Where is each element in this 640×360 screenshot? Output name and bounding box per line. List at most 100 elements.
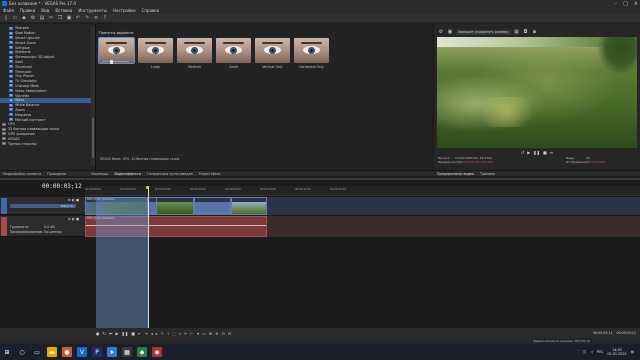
- snapshot-icon[interactable]: ◘: [523, 29, 529, 35]
- tree-scrollbar[interactable]: [91, 26, 95, 166]
- level-slider[interactable]: 100,0 %: [10, 204, 76, 208]
- vegas-icon[interactable]: V: [77, 347, 87, 357]
- telegram-icon[interactable]: ➤: [107, 347, 117, 357]
- envelope-tool-icon[interactable]: ⌇: [167, 331, 169, 336]
- go-to-end-icon[interactable]: ⇥: [144, 331, 147, 336]
- app-icon[interactable]: ▦: [122, 347, 132, 357]
- empty-track-area[interactable]: [85, 238, 640, 310]
- notifications-icon[interactable]: ▤: [631, 350, 634, 354]
- loop-playback-icon[interactable]: ↻: [103, 331, 106, 336]
- overlay-icon[interactable]: ▦: [514, 29, 520, 35]
- tab-video-fx[interactable]: Видеоэффекты: [114, 172, 141, 176]
- snapping-icon[interactable]: ⊞: [209, 331, 212, 336]
- ignore-grouping-icon[interactable]: ⊟: [228, 331, 231, 336]
- video-track-header[interactable]: ≡ ◐ ● Уровень: 100,0 %: [0, 197, 85, 215]
- track-header-icons[interactable]: ≡ ◐ ●: [68, 217, 79, 221]
- language-indicator[interactable]: РУС: [597, 350, 603, 354]
- region-icon[interactable]: ▭: [202, 331, 206, 336]
- record-icon[interactable]: ●: [96, 331, 100, 336]
- menu-file[interactable]: Файл: [3, 8, 14, 13]
- marker-icon[interactable]: ▾: [197, 331, 199, 336]
- minimize-icon[interactable]: –: [615, 1, 618, 7]
- preset-slider-track[interactable]: [102, 61, 129, 62]
- stop-icon[interactable]: ■: [131, 331, 135, 336]
- timeline-ruler[interactable]: 00:00:00;00 00:00:02;00 00:00:04;00 00:0…: [85, 186, 640, 196]
- pause-icon[interactable]: ❚❚: [122, 331, 129, 336]
- prev-frame-icon[interactable]: ◂: [151, 331, 153, 336]
- copy-icon[interactable]: ❐: [57, 15, 63, 21]
- tab-media-generators[interactable]: Генераторы мультимедиа: [147, 172, 193, 176]
- cut-icon[interactable]: ✂: [48, 15, 54, 21]
- settings-icon[interactable]: ⚙: [438, 29, 444, 35]
- photoshop-icon[interactable]: P: [92, 347, 102, 357]
- browser-icon[interactable]: ●: [62, 347, 72, 357]
- tab-project-notes[interactable]: Project Notes: [199, 172, 221, 176]
- menu-tools[interactable]: Инструменты: [78, 8, 107, 13]
- menu-insert[interactable]: Вставка: [55, 8, 72, 13]
- explorer-icon[interactable]: ▬: [47, 347, 57, 357]
- video-track-lane[interactable]: DHI (1)-RO_stabilized: [85, 197, 640, 215]
- preset-horizontal-only[interactable]: Horizontal Only: [294, 38, 329, 69]
- tab-explorer[interactable]: Проводник: [47, 172, 66, 176]
- maximize-icon[interactable]: □: [623, 1, 628, 7]
- search-icon[interactable]: ○: [17, 347, 27, 357]
- play-from-start-icon[interactable]: ⏮: [109, 331, 113, 336]
- menu-view[interactable]: Вид: [41, 8, 49, 13]
- video-clip[interactable]: [156, 197, 194, 215]
- menu-help[interactable]: Справка: [142, 8, 160, 13]
- close-icon[interactable]: ×: [634, 1, 638, 7]
- tab-project-media[interactable]: Медиафайлы проекта: [3, 172, 41, 176]
- trim-icon[interactable]: ⊢: [190, 331, 193, 336]
- lock-envelopes-icon[interactable]: ⊡: [221, 331, 224, 336]
- split-icon[interactable]: ✂: [184, 331, 187, 336]
- auto-ripple-icon[interactable]: ≋: [215, 331, 218, 336]
- preset-medium[interactable]: Medium: [177, 38, 212, 69]
- history-icon[interactable]: ≡: [93, 15, 99, 21]
- play-icon[interactable]: ▶: [115, 331, 118, 336]
- volume-icon[interactable]: ◁: [590, 350, 593, 354]
- normal-edit-tool-icon[interactable]: ↖: [161, 331, 164, 336]
- network-icon[interactable]: ◫: [583, 350, 586, 354]
- scrollbar-thumb[interactable]: [92, 118, 94, 158]
- clock[interactable]: 14:25 05.01.2021: [607, 348, 626, 356]
- video-clip[interactable]: [231, 197, 267, 215]
- open-icon[interactable]: ▭: [12, 15, 18, 21]
- audio-track-lane[interactable]: DHI (1)-RO_stabilized: [85, 216, 640, 237]
- audio-track-header[interactable]: ≡ ◐ ● Громкость: 0,0 dB Панорамирование:…: [0, 216, 85, 237]
- playhead-cursor[interactable]: [148, 186, 149, 330]
- redo-icon[interactable]: ↷: [84, 15, 90, 21]
- selection-tool-icon[interactable]: ⬚: [172, 331, 176, 336]
- time-selection[interactable]: [96, 197, 148, 342]
- app-icon[interactable]: ◆: [137, 347, 147, 357]
- tab-transitions[interactable]: Переходы: [91, 172, 108, 176]
- save-icon[interactable]: ▪: [21, 15, 27, 21]
- preset-slider-knob[interactable]: [110, 59, 113, 64]
- preset-vertical-only[interactable]: Vertical Only: [255, 38, 290, 69]
- save-snapshot-icon[interactable]: ▪: [532, 29, 538, 35]
- help-icon[interactable]: ?: [102, 15, 108, 21]
- preset-small[interactable]: Small: [216, 38, 251, 69]
- record-app-icon[interactable]: ◉: [152, 347, 162, 357]
- task-view-icon[interactable]: ▭: [32, 347, 42, 357]
- paste-icon[interactable]: ▣: [66, 15, 72, 21]
- tab-video-preview[interactable]: Предпросмотр видео: [437, 172, 474, 176]
- preview-fx-icon[interactable]: ▣: [447, 29, 453, 35]
- preset-default[interactable]: [98, 37, 135, 69]
- new-project-icon[interactable]: ▯: [3, 15, 9, 21]
- menu-options[interactable]: Настройки: [113, 8, 136, 13]
- tray-arrow-icon[interactable]: ˄: [577, 350, 579, 354]
- go-to-start-icon[interactable]: ⇤: [138, 331, 141, 336]
- preview-quality-select[interactable]: Хорошее (сохранять размер): [456, 29, 511, 35]
- render-icon[interactable]: ▤: [39, 15, 45, 21]
- undo-icon[interactable]: ↶: [75, 15, 81, 21]
- properties-icon[interactable]: ⚙: [30, 15, 36, 21]
- video-clip[interactable]: [194, 197, 231, 215]
- menu-edit[interactable]: Правка: [20, 8, 35, 13]
- track-header-icons[interactable]: ≡ ◐ ●: [68, 198, 79, 202]
- tab-trimmer[interactable]: Триммер: [480, 172, 495, 176]
- preset-large[interactable]: Large: [138, 38, 173, 69]
- zoom-tool-icon[interactable]: ⌕: [179, 331, 181, 336]
- next-frame-icon[interactable]: ▸: [156, 331, 158, 336]
- start-icon[interactable]: ⊞: [2, 347, 12, 357]
- tree-folder[interactable]: ▸ Третьи стороны: [0, 141, 91, 146]
